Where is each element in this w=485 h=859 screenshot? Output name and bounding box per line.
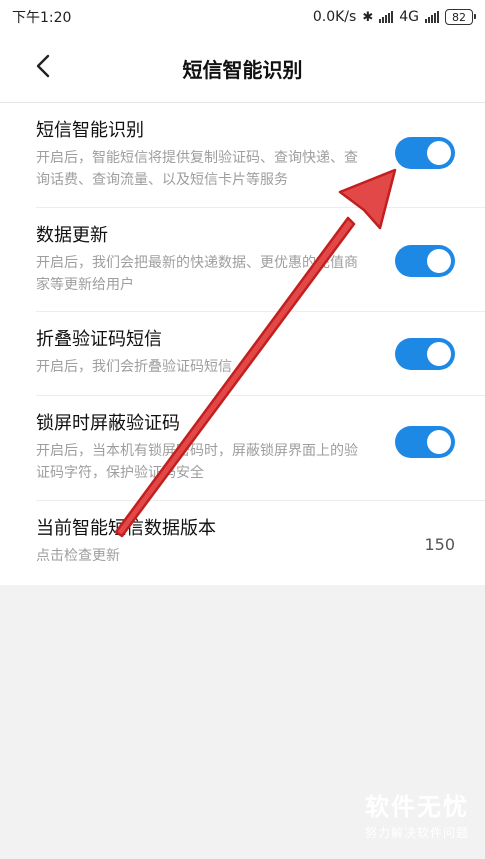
setting-description: 开启后，智能短信将提供复制验证码、查询快递、查询话费、查询流量、以及短信卡片等服… [36,150,358,188]
setting-data-update: 数据更新 开启后，我们会把最新的快递数据、更优惠的充值商家等更新给用户 [0,208,485,312]
status-bar: 下午1:20 0.0K/s ✱ 4G 82 [0,0,485,34]
setting-data-version[interactable]: 当前智能短信数据版本 点击检查更新 150 [0,501,485,585]
version-number: 150 [424,535,455,554]
setting-description: 开启后，当本机有锁屏密码时，屏蔽锁屏界面上的验证码字符，保护验证码安全 [36,443,358,481]
setting-description: 开启后，我们会折叠验证码短信 [36,359,232,375]
status-indicators: 0.0K/s ✱ 4G 82 [312,9,476,25]
network-speed: 0.0K/s [312,9,357,25]
setting-sms-recognition: 短信智能识别 开启后，智能短信将提供复制验证码、查询快递、查询话费、查询流量、以… [0,103,485,208]
toggle-knob [427,141,451,165]
toggle-knob [427,249,451,273]
watermark-title: 软件无忧 [364,793,469,821]
page-title: 短信智能识别 [182,58,303,82]
setting-description: 开启后，我们会把最新的快递数据、更优惠的充值商家等更新给用户 [36,255,358,293]
setting-description: 点击检查更新 [36,548,120,564]
settings-list: 短信智能识别 开启后，智能短信将提供复制验证码、查询快递、查询话费、查询流量、以… [0,103,485,585]
setting-fold-verification-sms: 折叠验证码短信 开启后，我们会折叠验证码短信 [0,312,485,396]
sms-recognition-toggle[interactable] [395,137,455,169]
setting-label: 折叠验证码短信 [36,329,162,350]
fold-verification-toggle[interactable] [395,338,455,370]
bluetooth-icon: ✱ [362,9,374,25]
watermark-logo: 软件无忧 努力解决软件问题 [365,787,469,841]
toggle-knob [427,430,451,454]
setting-label: 数据更新 [36,225,108,246]
data-update-toggle[interactable] [395,245,455,277]
signal-icon [379,11,394,23]
battery-level: 82 [452,10,466,24]
setting-label: 锁屏时屏蔽验证码 [36,413,180,434]
app-header: 短信智能识别 [0,34,485,103]
toggle-knob [427,342,451,366]
watermark-subtitle: 努力解决软件问题 [364,826,469,840]
network-type: 4G [399,9,419,25]
setting-label: 当前智能短信数据版本 [36,518,216,539]
setting-label: 短信智能识别 [36,120,144,141]
setting-lockscreen-hide-code: 锁屏时屏蔽验证码 开启后，当本机有锁屏密码时，屏蔽锁屏界面上的验证码字符，保护验… [0,396,485,501]
status-time: 下午1:20 [12,10,72,26]
lockscreen-hide-toggle[interactable] [395,426,455,458]
battery-icon: 82 [445,9,476,25]
signal-icon-2 [425,11,439,23]
